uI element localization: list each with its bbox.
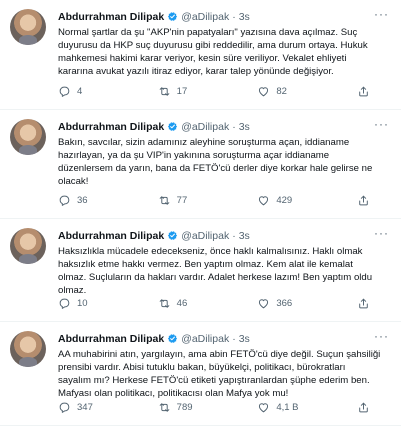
share-button[interactable] [357,85,376,98]
tweet-text: Bakın, savcılar, sizin adamınız aleyhine… [58,137,373,187]
separator-dot: · [232,229,236,242]
author-handle[interactable]: @aDilipak [181,121,229,133]
like-button[interactable]: 4,1 B [257,401,329,414]
retweet-icon [159,195,169,205]
author-name[interactable]: Abdurrahman Dilipak [58,121,164,133]
reply-count: 10 [77,297,88,309]
reply-icon [59,402,70,413]
tweet-actions: 36 77 429 [58,192,376,208]
retweet-button[interactable]: 77 [158,194,230,207]
tweet-time[interactable]: 3s [239,230,250,242]
reply-button[interactable]: 36 [58,194,130,207]
retweet-icon [159,402,169,412]
tweet-actions: 4 17 82 [58,83,376,99]
verified-badge-icon [168,12,178,21]
reply-icon [59,86,70,97]
share-icon [359,195,368,205]
verified-badge-icon [168,334,178,343]
more-options-icon[interactable]: ··· [374,329,389,343]
reply-icon [59,195,70,206]
tweet-actions: 347 789 4,1 B [58,399,376,415]
author-handle[interactable]: @aDilipak [181,333,229,345]
like-count: 4,1 B [276,401,299,413]
share-icon [359,298,368,308]
author-handle[interactable]: @aDilipak [181,11,229,23]
retweet-button[interactable]: 46 [158,297,230,310]
reply-icon [59,298,70,309]
avatar[interactable] [10,331,46,367]
tweet[interactable]: Abdurrahman Dilipak @aDilipak · 3s ··· N… [0,0,401,110]
verified-badge-icon [168,231,178,240]
reply-count: 36 [77,194,88,206]
like-button[interactable]: 429 [257,194,329,207]
avatar[interactable] [10,9,46,45]
like-count: 366 [276,297,293,309]
avatar[interactable] [10,119,46,155]
tweet[interactable]: Abdurrahman Dilipak @aDilipak · 3s ··· H… [0,219,401,322]
more-options-icon[interactable]: ··· [374,117,389,131]
avatar[interactable] [10,228,46,264]
retweet-icon [159,298,169,308]
reply-button[interactable]: 4 [58,85,130,98]
reply-count: 347 [77,401,93,413]
tweet-time[interactable]: 3s [239,121,250,133]
heart-icon [259,195,269,205]
retweet-button[interactable]: 789 [158,401,230,414]
tweet-header: Abdurrahman Dilipak @aDilipak · 3s [58,8,391,25]
heart-icon [259,298,269,308]
tweet-header: Abdurrahman Dilipak @aDilipak · 3s [58,118,391,135]
tweet[interactable]: Abdurrahman Dilipak @aDilipak · 3s ··· B… [0,110,401,219]
retweet-count: 17 [176,85,188,97]
share-button[interactable] [357,401,376,414]
share-icon [359,86,368,96]
reply-count: 4 [77,85,83,97]
share-button[interactable] [357,194,376,207]
tweet-feed: Abdurrahman Dilipak @aDilipak · 3s ··· N… [0,0,401,426]
like-button[interactable]: 366 [257,297,329,310]
more-options-icon[interactable]: ··· [374,226,389,240]
retweet-count: 789 [176,401,193,413]
share-icon [359,402,368,412]
tweet-time[interactable]: 3s [239,11,250,23]
tweet[interactable]: Abdurrahman Dilipak @aDilipak · 3s ··· A… [0,322,401,426]
heart-icon [259,86,269,96]
author-name[interactable]: Abdurrahman Dilipak [58,11,164,23]
separator-dot: · [232,332,236,345]
retweet-button[interactable]: 17 [158,85,230,98]
more-options-icon[interactable]: ··· [374,7,389,21]
tweet-text: Haksızlıkla mücadele edecekseniz, önce h… [58,246,373,296]
tweet-header: Abdurrahman Dilipak @aDilipak · 3s [58,227,391,244]
retweet-icon [159,86,169,96]
like-button[interactable]: 82 [257,85,329,98]
author-name[interactable]: Abdurrahman Dilipak [58,230,164,242]
tweet-header: Abdurrahman Dilipak @aDilipak · 3s [58,330,391,347]
tweet-actions: 10 46 366 [58,295,376,311]
retweet-count: 77 [176,194,188,206]
tweet-text: AA muhabirini atın, yargılayın, ama abin… [58,349,381,399]
like-count: 429 [276,194,293,206]
verified-badge-icon [168,122,178,131]
author-name[interactable]: Abdurrahman Dilipak [58,333,164,345]
share-button[interactable] [357,297,376,310]
reply-button[interactable]: 347 [58,401,130,414]
tweet-text: Normal şartlar da şu "AKP'nin papatyalar… [58,27,368,77]
separator-dot: · [232,120,236,133]
reply-button[interactable]: 10 [58,297,130,310]
heart-icon [259,402,269,412]
separator-dot: · [232,10,236,23]
tweet-time[interactable]: 3s [239,333,250,345]
author-handle[interactable]: @aDilipak [181,230,229,242]
retweet-count: 46 [176,297,188,309]
like-count: 82 [276,85,287,97]
